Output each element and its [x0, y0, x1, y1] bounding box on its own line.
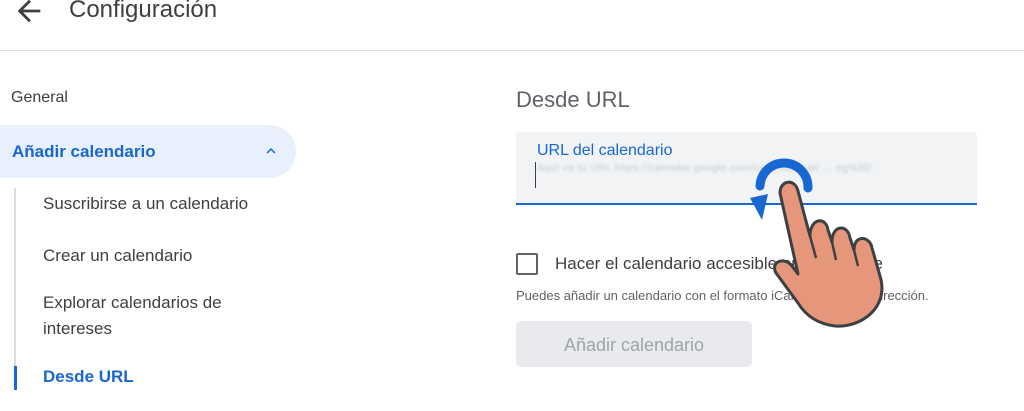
sidebar-item-label: Añadir calendario	[12, 142, 156, 161]
subnav-divider	[14, 188, 16, 366]
sidebar-subitem-explore[interactable]: Explorar calendarios de intereses	[43, 290, 273, 342]
add-calendar-button-label: Añadir calendario	[563, 335, 705, 355]
sidebar-subitem-create[interactable]: Crear un calendario	[43, 243, 192, 269]
header: Configuración	[0, 0, 1024, 51]
arrow-back-icon[interactable]	[12, 0, 46, 28]
subnav-active-indicator	[14, 366, 17, 390]
text-caret	[535, 162, 536, 188]
chevron-up-icon	[266, 148, 276, 154]
sidebar-subitem-subscribe[interactable]: Suscribirse a un calendario	[43, 191, 248, 217]
public-checkbox[interactable]	[516, 253, 538, 275]
section-title: Desde URL	[516, 87, 630, 112]
sidebar-item-general[interactable]: General	[11, 89, 68, 107]
add-calendar-button[interactable]: Añadir calendario	[516, 321, 752, 367]
url-field-label: URL del calendario	[537, 142, 673, 159]
sidebar-item-add-calendar[interactable]: Añadir calendario	[0, 125, 296, 178]
page-title: Configuración	[69, 0, 218, 23]
pointing-hand-icon	[750, 158, 884, 328]
sidebar-subitem-from-url[interactable]: Desde URL	[43, 364, 134, 390]
